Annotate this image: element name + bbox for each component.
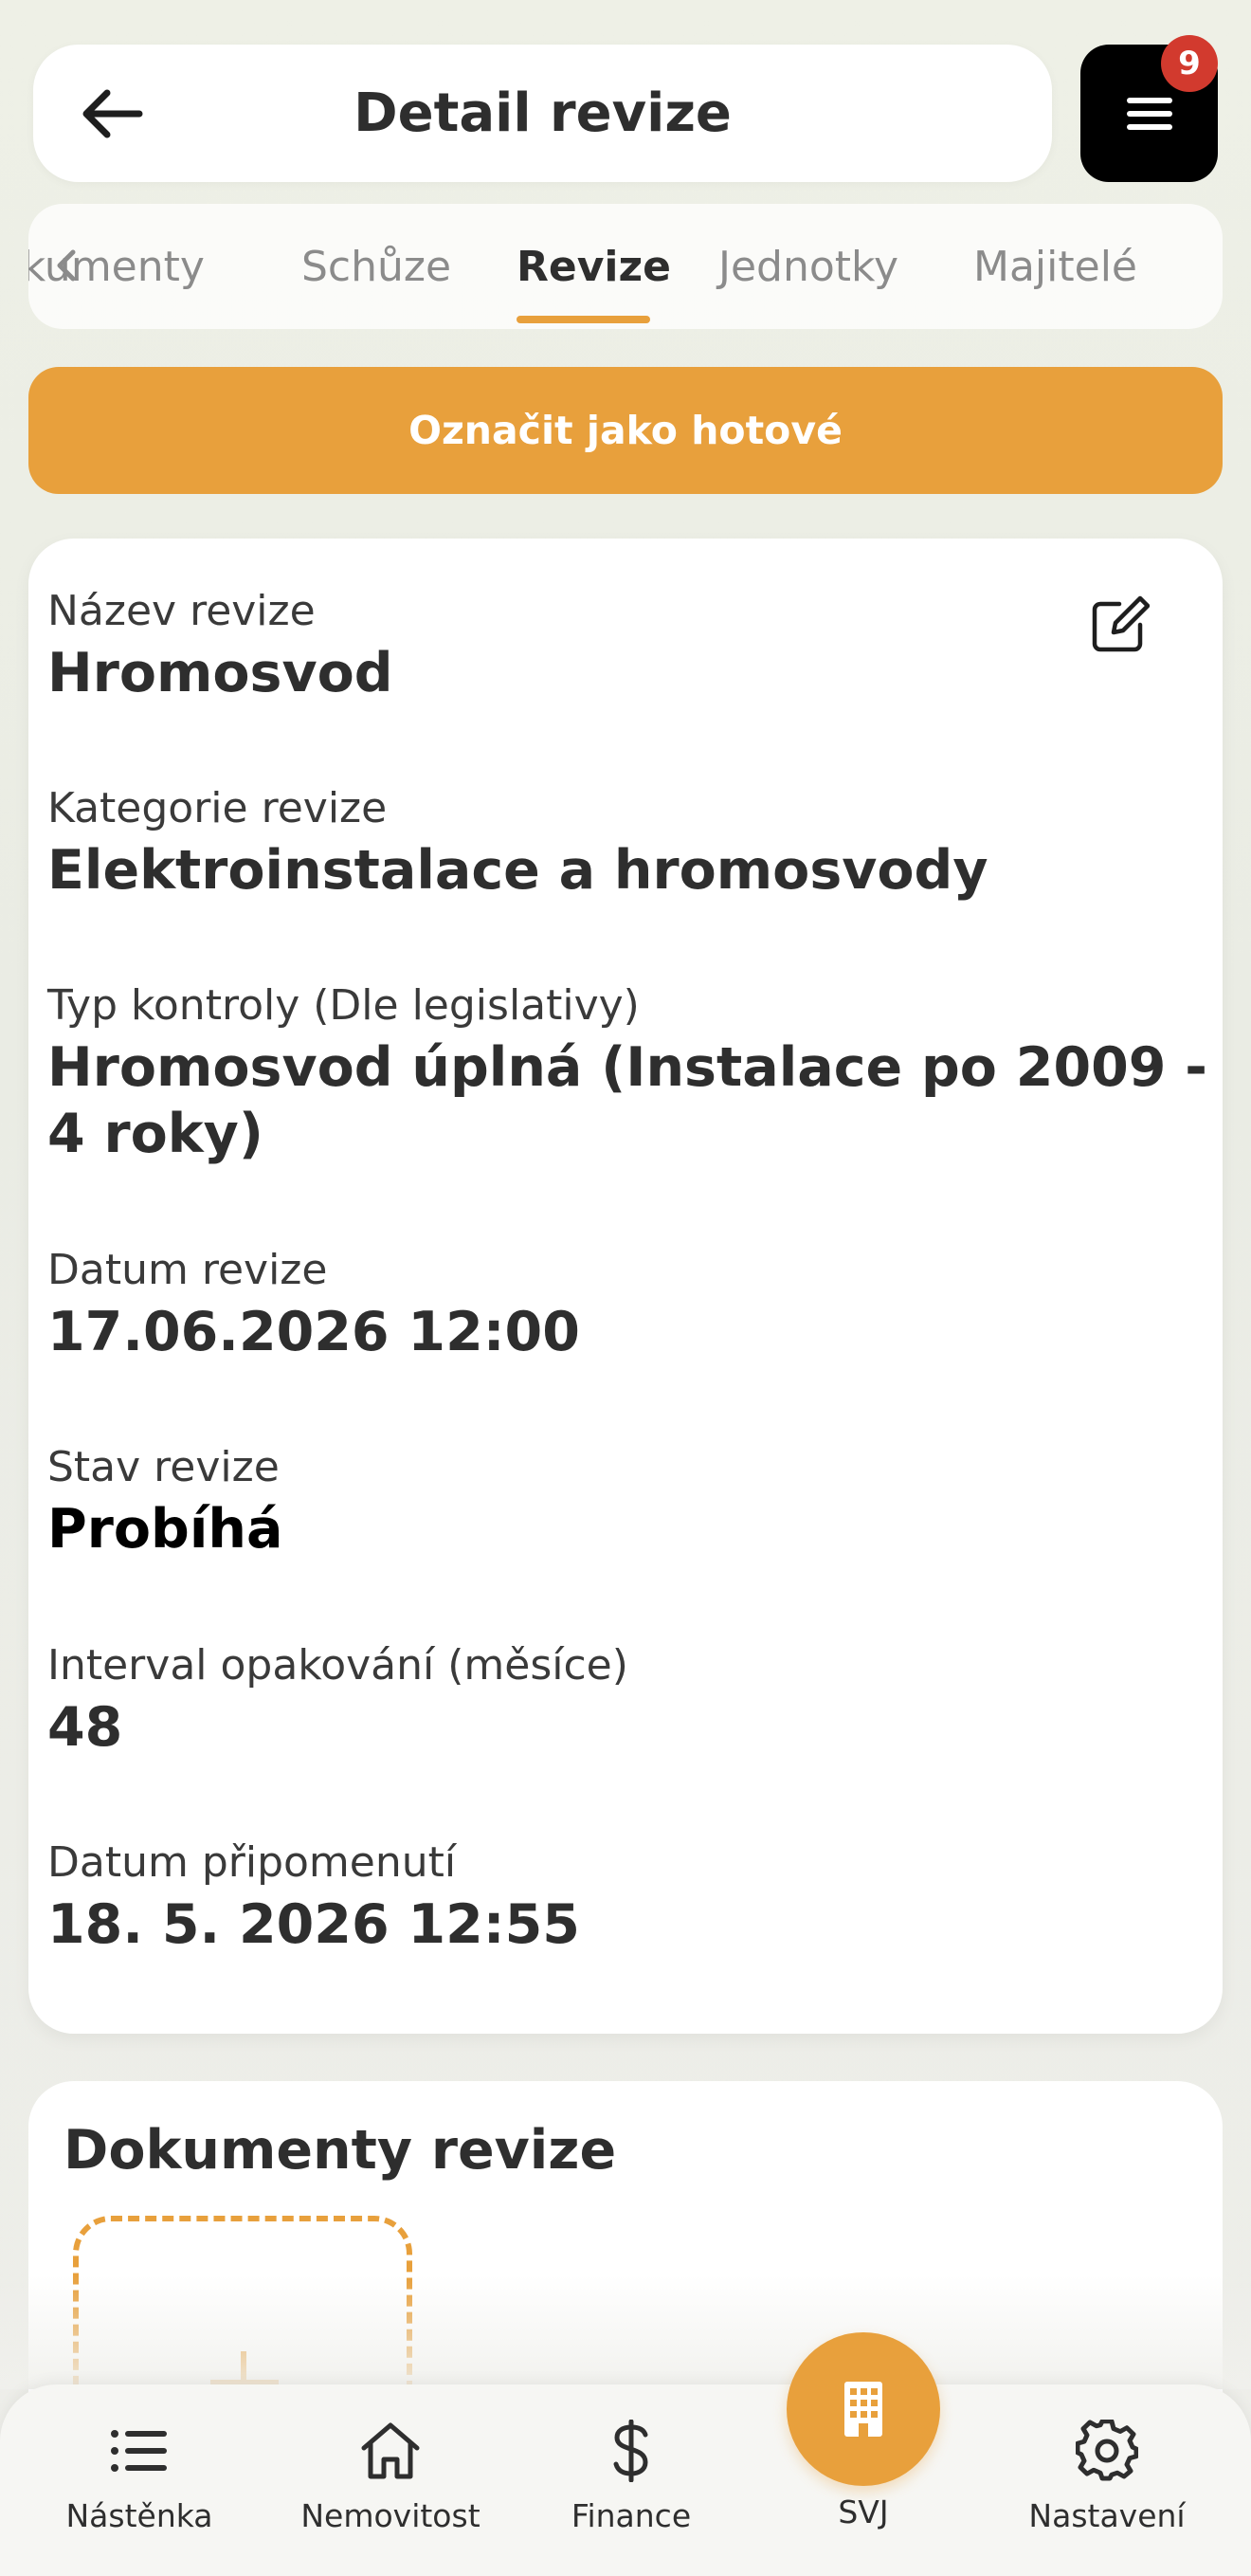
reminder-value: 18. 5. 2026 12:55 — [47, 1893, 580, 1956]
nav-label-svj: SVJ — [838, 2494, 889, 2530]
category-label: Kategorie revize — [47, 784, 388, 832]
tab-jednotky[interactable]: Jednotky — [718, 204, 898, 329]
reminder-label: Datum připomenutí — [47, 1838, 457, 1887]
page-title: Detail revize — [354, 82, 732, 144]
nav-item-finance[interactable]: Finance — [527, 2408, 735, 2550]
field-date: Datum revize 17.06.2026 12:00 — [47, 1242, 580, 1365]
interval-label: Interval opakování (měsíce) — [47, 1641, 628, 1690]
tab-majitele[interactable]: Majitelé — [973, 204, 1137, 329]
type-value-line-2: 4 roky) — [47, 1103, 263, 1165]
name-value: Hromosvod — [47, 642, 393, 704]
nav-label-finance: Finance — [571, 2497, 692, 2534]
date-label: Datum revize — [47, 1246, 328, 1294]
field-reminder: Datum připomenutí 18. 5. 2026 12:55 — [47, 1835, 580, 1958]
chevron-left-icon — [57, 249, 76, 282]
status-label: Stav revize — [47, 1443, 280, 1491]
notification-badge: 9 — [1161, 35, 1218, 92]
edit-button[interactable] — [1080, 588, 1156, 664]
field-interval: Interval opakování (měsíce) 48 — [47, 1637, 628, 1761]
date-value: 17.06.2026 12:00 — [47, 1301, 580, 1363]
dollar-icon — [613, 2420, 648, 2482]
field-type: Typ kontroly (Dle legislativy) Hromosvod… — [47, 977, 1207, 1167]
nav-item-svj[interactable] — [787, 2332, 940, 2486]
tabs-bar: Dokumenty Schůze Revize Jednotky Majitel… — [28, 204, 1223, 329]
arrow-left-icon — [82, 89, 142, 137]
bottom-fade — [0, 2275, 1251, 2389]
gear-icon — [1076, 2420, 1138, 2481]
nav-item-nastaveni[interactable]: Nastavení — [1003, 2408, 1211, 2550]
nav-label-nastenka: Nástěnka — [65, 2497, 213, 2534]
nav-item-nemovitost[interactable]: Nemovitost — [286, 2408, 495, 2550]
field-name: Název revize Hromosvod — [47, 583, 393, 706]
tab-revize[interactable]: Revize — [517, 204, 671, 329]
nav-label-nemovitost: Nemovitost — [300, 2497, 480, 2534]
nav-item-nastenka[interactable]: Nástěnka — [35, 2408, 244, 2550]
status-value: Probíhá — [47, 1498, 283, 1561]
interval-value: 48 — [47, 1696, 123, 1759]
building-icon — [844, 2382, 882, 2437]
type-value-line-1: Hromosvod úplná (Instalace po 2009 - — [47, 1036, 1207, 1099]
type-label: Typ kontroly (Dle legislativy) — [47, 981, 640, 1030]
back-button[interactable] — [71, 73, 152, 154]
tab-schuze[interactable]: Schůze — [301, 204, 451, 329]
documents-title: Dokumenty revize — [63, 2119, 617, 2182]
tabs-scroll-left-button[interactable] — [38, 237, 95, 294]
category-value: Elektroinstalace a hromosvody — [47, 839, 988, 902]
list-icon — [111, 2430, 167, 2472]
name-label: Název revize — [47, 587, 316, 635]
header-bar: Detail revize — [33, 45, 1052, 182]
hamburger-icon — [1126, 97, 1172, 130]
field-status: Stav revize Probíhá — [47, 1439, 282, 1562]
field-category: Kategorie revize Elektroinstalace a hrom… — [47, 780, 988, 904]
mark-done-button[interactable]: Označit jako hotové — [28, 367, 1223, 494]
nav-label-nastaveni: Nastavení — [1028, 2497, 1186, 2534]
house-icon — [361, 2422, 420, 2479]
active-tab-indicator — [517, 316, 650, 323]
edit-icon — [1092, 595, 1150, 652]
